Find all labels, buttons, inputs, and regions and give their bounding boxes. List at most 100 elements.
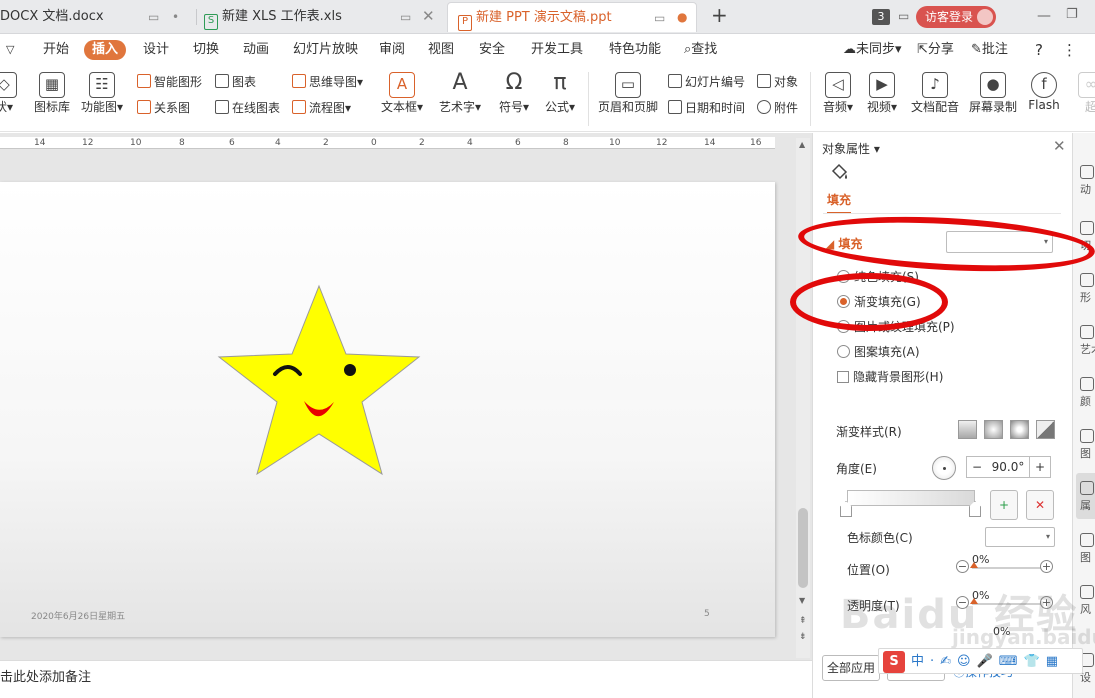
help-icon[interactable]: ? bbox=[1035, 41, 1043, 59]
gradient-style-radial[interactable] bbox=[984, 420, 1003, 439]
menu-dropdown-icon[interactable]: ▽ bbox=[6, 41, 14, 59]
position-slider[interactable] bbox=[972, 567, 1044, 569]
hide-background-checkbox[interactable]: 隐藏背景图形(H) bbox=[837, 369, 943, 385]
angle-decrement[interactable]: − bbox=[966, 456, 988, 478]
notes-area[interactable]: 击此处添加备注 bbox=[0, 660, 812, 698]
more-icon[interactable]: ⋮ bbox=[1062, 41, 1077, 59]
function-chart-button[interactable]: ☷ 功能图▾ bbox=[80, 72, 124, 115]
screen-record-button[interactable]: ● 屏幕录制 bbox=[966, 72, 1020, 115]
menu-home[interactable]: 开始 bbox=[43, 41, 69, 59]
close-icon[interactable]: ✕ bbox=[1053, 137, 1066, 155]
vertical-scrollbar[interactable]: ▲ ▼ ⇞ ⇟ bbox=[796, 138, 810, 658]
object-button[interactable]: 对象 bbox=[757, 74, 798, 90]
radio-pattern-fill[interactable]: 图案填充(A) bbox=[837, 344, 920, 360]
side-picture[interactable]: 图 bbox=[1080, 429, 1094, 461]
slide-canvas[interactable] bbox=[0, 182, 775, 637]
angle-increment[interactable]: + bbox=[1029, 456, 1051, 478]
pin-icon[interactable]: ▭ bbox=[400, 10, 411, 24]
tab-ppt[interactable]: P 新建 PPT 演示文稿.ppt ▭ ● bbox=[447, 2, 697, 32]
audio-button[interactable]: ◁ 音频▾ bbox=[818, 72, 858, 115]
next-page-icon[interactable]: ⇟ bbox=[799, 632, 807, 642]
star-shape[interactable] bbox=[216, 284, 422, 478]
side-color[interactable]: 颜 bbox=[1080, 377, 1094, 409]
stop-color-dropdown[interactable]: ▾ bbox=[985, 527, 1055, 547]
scroll-up-icon[interactable]: ▲ bbox=[799, 140, 805, 149]
slide-number-button[interactable]: 幻灯片编号 bbox=[668, 74, 745, 90]
position-slider-handle[interactable] bbox=[970, 562, 978, 568]
icon-library-button[interactable]: ▦ 图标库 bbox=[32, 72, 72, 115]
sync-status[interactable]: ☁未同步▾ bbox=[843, 41, 902, 59]
textbox-button[interactable]: A 文本框▾ bbox=[378, 72, 426, 115]
minimize-icon[interactable]: — bbox=[1037, 8, 1051, 24]
menu-insert[interactable]: 插入 bbox=[84, 40, 127, 60]
tab-xls[interactable]: S 新建 XLS 工作表.xls ▭ ✕ bbox=[204, 2, 444, 32]
side-image[interactable]: 图 bbox=[1080, 533, 1094, 565]
menu-animation[interactable]: 动画 bbox=[243, 41, 269, 59]
star-body[interactable] bbox=[217, 284, 421, 476]
add-tab-button[interactable]: + bbox=[711, 3, 728, 27]
ime-toolbar[interactable]: S 中·✍☺🎤⌨👕▦ bbox=[878, 648, 1083, 674]
menu-features[interactable]: 特色功能 bbox=[609, 41, 661, 59]
tab-docx[interactable]: DOCX 文档.docx ▭ • bbox=[0, 2, 196, 32]
flash-button[interactable]: f Flash bbox=[1024, 72, 1064, 112]
hyperlink-button[interactable]: ∞ 超 bbox=[1076, 72, 1095, 115]
menu-transition[interactable]: 切换 bbox=[193, 41, 219, 59]
attachment-button[interactable]: 附件 bbox=[757, 100, 798, 116]
menu-security[interactable]: 安全 bbox=[479, 41, 505, 59]
checkbox[interactable] bbox=[837, 371, 849, 383]
relation-button[interactable]: 关系图 bbox=[137, 100, 190, 116]
gradient-bar[interactable] bbox=[847, 490, 975, 506]
menu-review[interactable]: 审阅 bbox=[379, 41, 405, 59]
panel-title[interactable]: 对象属性 ▾ bbox=[822, 140, 880, 157]
menu-slideshow[interactable]: 幻灯片放映 bbox=[293, 41, 358, 59]
side-shape[interactable]: 形 bbox=[1080, 273, 1094, 305]
flowchart-button[interactable]: 流程图▾ bbox=[292, 100, 351, 116]
scroll-down-icon[interactable]: ▼ bbox=[799, 596, 805, 605]
tab-count-badge[interactable]: 3 bbox=[872, 9, 890, 25]
position-increment[interactable]: + bbox=[1040, 560, 1053, 573]
gradient-style-path[interactable] bbox=[1036, 420, 1055, 439]
header-footer-button[interactable]: ▭ 页眉和页脚 bbox=[596, 72, 660, 115]
add-stop-button[interactable]: + bbox=[990, 490, 1018, 520]
pin-icon[interactable]: ▭ bbox=[148, 10, 159, 24]
menu-design[interactable]: 设计 bbox=[143, 41, 169, 59]
chart-button[interactable]: 图表 bbox=[215, 74, 256, 90]
shapes-button[interactable]: ◇ 状▾ bbox=[0, 72, 22, 115]
pin-icon[interactable]: ▭ bbox=[654, 11, 665, 25]
login-button[interactable]: 访客登录 bbox=[916, 6, 996, 28]
angle-input[interactable]: 90.0° bbox=[987, 456, 1029, 478]
ime-icons[interactable]: 中·✍☺🎤⌨👕▦ bbox=[911, 652, 1064, 672]
date-time-button[interactable]: 日期和时间 bbox=[668, 100, 745, 116]
scrollbar-thumb[interactable] bbox=[798, 508, 808, 588]
voiceover-button[interactable]: ♪ 文档配音 bbox=[908, 72, 962, 115]
formula-button[interactable]: π 公式▾ bbox=[540, 72, 580, 115]
wordart-button[interactable]: A 艺术字▾ bbox=[436, 72, 484, 115]
side-properties[interactable]: 属 bbox=[1080, 481, 1094, 513]
close-icon[interactable]: ✕ bbox=[422, 9, 435, 24]
comment-button[interactable]: ✎批注 bbox=[971, 41, 1008, 59]
menu-search[interactable]: ⌕查找 bbox=[684, 41, 717, 59]
radio-button[interactable] bbox=[837, 345, 850, 358]
position-decrement[interactable]: − bbox=[956, 560, 969, 573]
side-animation[interactable]: 动 bbox=[1080, 165, 1094, 197]
side-style[interactable]: 风 bbox=[1080, 585, 1094, 617]
apply-all-button[interactable]: 全部应用 bbox=[822, 655, 880, 681]
gradient-style-linear[interactable] bbox=[958, 420, 977, 439]
angle-dial[interactable] bbox=[932, 456, 956, 480]
prev-page-icon[interactable]: ⇞ bbox=[799, 616, 807, 626]
tab-menu-icon[interactable]: ▭ bbox=[898, 9, 909, 23]
menu-developer[interactable]: 开发工具 bbox=[531, 41, 583, 59]
symbol-button[interactable]: Ω 符号▾ bbox=[494, 72, 534, 115]
share-button[interactable]: ⇱分享 bbox=[917, 41, 954, 59]
video-button[interactable]: ▶ 视频▾ bbox=[862, 72, 902, 115]
delete-stop-button[interactable]: ✕ bbox=[1026, 490, 1054, 520]
restore-icon[interactable]: ❐ bbox=[1066, 7, 1078, 22]
menu-view[interactable]: 视图 bbox=[428, 41, 454, 59]
smartart-button[interactable]: 智能图形 bbox=[137, 74, 202, 90]
side-wordart[interactable]: 艺术 bbox=[1080, 325, 1095, 357]
tab-fill[interactable]: 填充 bbox=[827, 191, 852, 214]
online-chart-button[interactable]: 在线图表 bbox=[215, 100, 280, 116]
gradient-style-rectangular[interactable] bbox=[1010, 420, 1029, 439]
paint-bucket-icon[interactable] bbox=[829, 163, 849, 183]
mindmap-button[interactable]: 思维导图▾ bbox=[292, 74, 363, 90]
